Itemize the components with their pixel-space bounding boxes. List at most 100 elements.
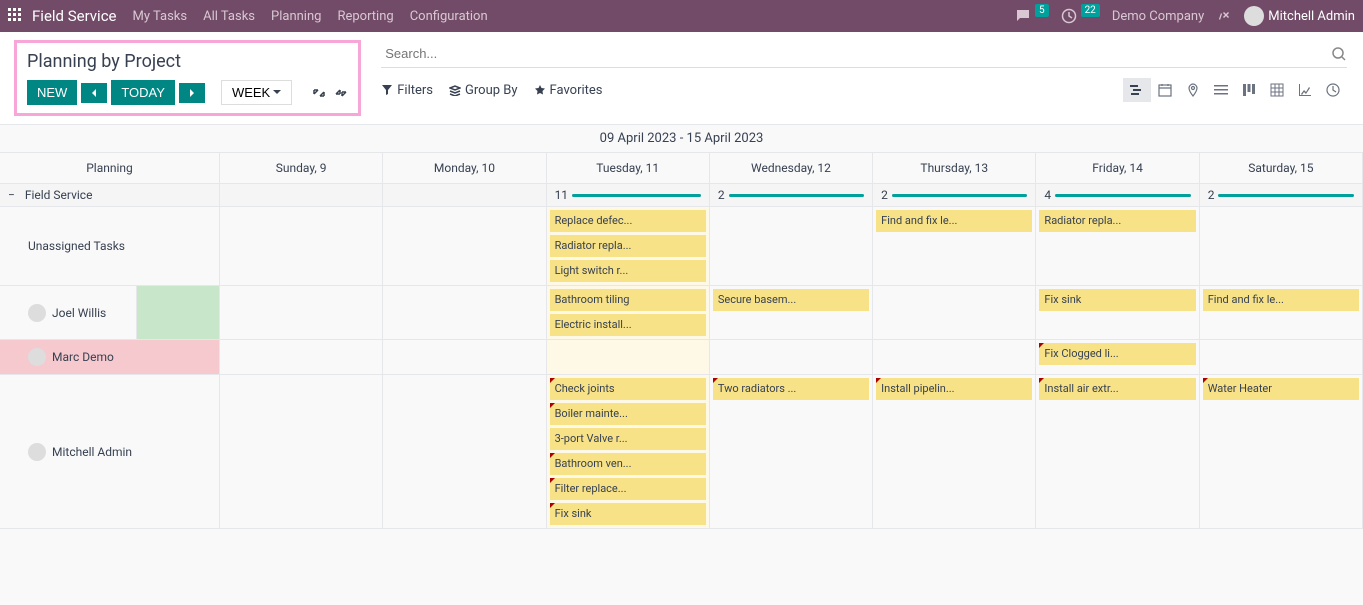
gantt-cell[interactable] — [383, 340, 546, 375]
task-pill[interactable]: Radiator repla... — [1039, 210, 1195, 232]
control-panel: Planning by Project NEW TODAY WEEK — [0, 32, 1363, 124]
gantt-cell[interactable] — [873, 340, 1036, 375]
task-pill[interactable]: 3-port Valve r... — [550, 428, 706, 450]
kanban-view-button[interactable] — [1235, 78, 1263, 102]
gantt-cell[interactable]: Replace defec... Radiator repla... Light s… — [547, 207, 710, 286]
calendar-view-button[interactable] — [1151, 78, 1179, 102]
debug-icon[interactable] — [1216, 8, 1232, 24]
gantt-cell[interactable] — [1200, 340, 1363, 375]
graph-view-button[interactable] — [1291, 78, 1319, 102]
gantt-cell[interactable]: Check joints Boiler mainte... 3-port Valve… — [547, 375, 710, 529]
task-pill[interactable]: Find and fix le... — [876, 210, 1032, 232]
scale-dropdown[interactable]: WEEK — [221, 80, 292, 105]
gantt-cell[interactable] — [710, 207, 873, 286]
gantt-cell[interactable]: Water Heater — [1200, 375, 1363, 529]
list-view-button[interactable] — [1207, 78, 1235, 102]
chevron-down-icon — [273, 90, 281, 95]
row-label[interactable]: Marc Demo — [0, 340, 220, 375]
brand-name[interactable]: Field Service — [32, 7, 117, 25]
task-pill[interactable]: Install pipelin... — [876, 378, 1032, 400]
menu-configuration[interactable]: Configuration — [410, 9, 488, 24]
group-label[interactable]: − Field Service — [0, 184, 220, 207]
task-pill[interactable]: Check joints — [550, 378, 706, 400]
task-pill[interactable]: Water Heater — [1203, 378, 1359, 400]
gantt-cell[interactable] — [547, 340, 710, 375]
task-pill[interactable]: Find and fix le... — [1203, 289, 1359, 311]
map-view-button[interactable] — [1179, 78, 1207, 102]
gantt-cell[interactable] — [383, 207, 546, 286]
gantt-cell[interactable] — [220, 375, 383, 529]
gantt-cell[interactable] — [383, 375, 546, 529]
row-label[interactable]: Joel Willis — [0, 286, 220, 340]
gantt-cell[interactable]: Install pipelin... — [873, 375, 1036, 529]
menu-reporting[interactable]: Reporting — [337, 9, 393, 24]
task-pill[interactable]: Fix sink — [1039, 289, 1195, 311]
gantt-cell[interactable] — [710, 340, 873, 375]
gantt-cell[interactable]: Fix sink — [1036, 286, 1199, 340]
task-pill[interactable]: Secure basem... — [713, 289, 869, 311]
today-button[interactable]: TODAY — [111, 80, 175, 105]
conversations-badge: 5 — [1035, 4, 1049, 17]
activity-view-button[interactable] — [1319, 78, 1347, 102]
gantt-view: 09 April 2023 - 15 April 2023 PlanningSu… — [0, 124, 1363, 529]
task-pill[interactable]: Light switch r... — [550, 260, 706, 282]
search-icon[interactable] — [1331, 46, 1347, 62]
gantt-cell[interactable] — [220, 207, 383, 286]
row-label[interactable]: Mitchell Admin — [0, 375, 220, 529]
gantt-cell[interactable]: Radiator repla... — [1036, 207, 1199, 286]
group-count-cell — [383, 184, 546, 207]
gantt-cell[interactable] — [383, 286, 546, 340]
next-button[interactable] — [179, 83, 205, 103]
task-pill[interactable]: Bathroom ven... — [550, 453, 706, 475]
avatar — [28, 443, 46, 461]
gantt-cell[interactable] — [873, 286, 1036, 340]
filters-button[interactable]: Filters — [381, 83, 433, 98]
task-pill[interactable]: Two radiators ... — [713, 378, 869, 400]
avatar — [28, 348, 46, 366]
search-input[interactable] — [381, 42, 1331, 65]
task-pill[interactable]: Fix Clogged li... — [1039, 343, 1195, 365]
control-left-highlight: Planning by Project NEW TODAY WEEK — [14, 40, 361, 116]
task-pill[interactable]: Filter replace... — [550, 478, 706, 500]
task-pill[interactable]: Radiator repla... — [550, 235, 706, 257]
task-pill[interactable]: Fix sink — [550, 503, 706, 525]
task-pill[interactable]: Electric install... — [550, 314, 706, 336]
task-pill[interactable]: Bathroom tiling — [550, 289, 706, 311]
activities-icon[interactable]: 22 — [1061, 8, 1100, 24]
gantt-cell[interactable] — [1200, 207, 1363, 286]
task-pill[interactable]: Boiler mainte... — [550, 403, 706, 425]
favorites-button[interactable]: Favorites — [534, 83, 603, 98]
groupby-button[interactable]: Group By — [449, 83, 518, 98]
group-count-cell — [220, 184, 383, 207]
gantt-cell[interactable]: Fix Clogged li... — [1036, 340, 1199, 375]
task-pill[interactable]: Replace defec... — [550, 210, 706, 232]
gantt-cell[interactable]: Two radiators ... — [710, 375, 873, 529]
gantt-view-button[interactable] — [1123, 78, 1151, 102]
conversations-icon[interactable]: 5 — [1015, 8, 1049, 24]
prev-button[interactable] — [81, 83, 107, 103]
gantt-cell[interactable]: Bathroom tiling Electric install... — [547, 286, 710, 340]
gantt-cell[interactable]: Find and fix le... — [1200, 286, 1363, 340]
row-label[interactable]: Unassigned Tasks — [0, 207, 220, 286]
user-menu[interactable]: Mitchell Admin — [1244, 6, 1355, 26]
user-name: Mitchell Admin — [1268, 9, 1355, 24]
pivot-view-button[interactable] — [1263, 78, 1291, 102]
main-menu: My Tasks All Tasks Planning Reporting Co… — [133, 9, 488, 24]
expand-icon[interactable] — [312, 86, 326, 100]
gantt-cell[interactable] — [220, 340, 383, 375]
new-button[interactable]: NEW — [27, 80, 77, 105]
gantt-cell[interactable]: Secure basem... — [710, 286, 873, 340]
gantt-cell[interactable]: Install air extr... — [1036, 375, 1199, 529]
planning-column-header: Planning — [0, 153, 220, 184]
group-count-cell: 4 — [1036, 184, 1199, 207]
menu-all-tasks[interactable]: All Tasks — [203, 9, 255, 24]
collapse-icon[interactable] — [334, 86, 348, 100]
menu-planning[interactable]: Planning — [271, 9, 321, 24]
apps-icon[interactable] — [8, 8, 24, 24]
menu-my-tasks[interactable]: My Tasks — [133, 9, 188, 24]
gantt-cell[interactable]: Find and fix le... — [873, 207, 1036, 286]
gantt-cell[interactable] — [220, 286, 383, 340]
task-pill[interactable]: Install air extr... — [1039, 378, 1195, 400]
company-name[interactable]: Demo Company — [1112, 9, 1204, 24]
day-header: Monday, 10 — [383, 153, 546, 184]
